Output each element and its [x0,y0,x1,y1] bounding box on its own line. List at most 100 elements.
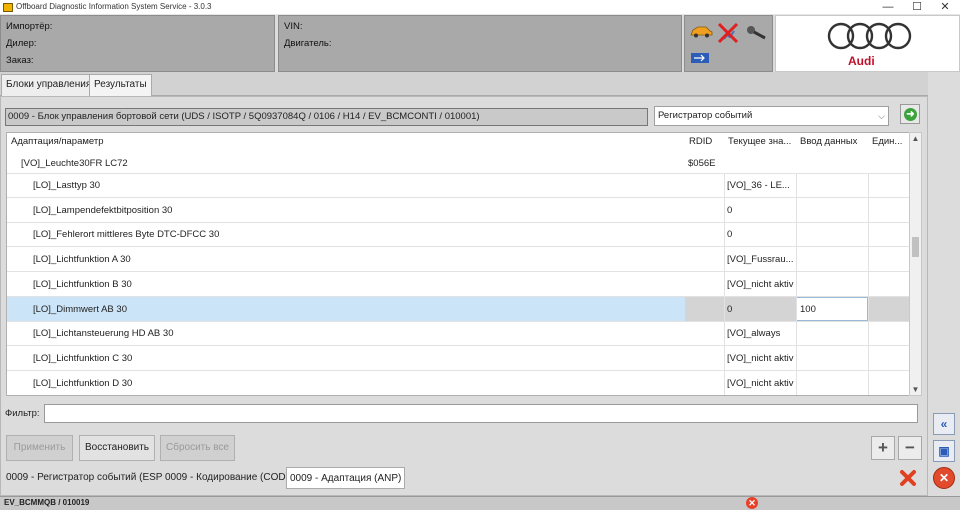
table-row[interactable]: [LO]_Lichtfunktion D 30 [VO]_nicht aktiv [7,371,909,395]
mode-select-value: Регистратор событий [658,110,753,121]
table-cell-rdid [685,346,724,370]
table-cell-param: [LO]_Fehlerort mittleres Byte DTC-DFCC 3… [33,229,220,240]
tab-results[interactable]: Результаты [89,74,152,96]
disconnected-icon [717,22,739,44]
column-divider [868,174,869,395]
table-cell-input[interactable] [796,272,868,296]
column-header-unit[interactable]: Един... [868,133,909,153]
filter-input[interactable] [44,404,918,423]
table-cell-input[interactable] [796,247,868,271]
minimize-button[interactable]: — [873,0,903,15]
vehicle-info-panel: VIN: Двигатель: [278,15,682,72]
apply-button[interactable]: Применить [6,435,73,461]
table-row[interactable]: [VO]_Leuchte30FR LC72 $056E [7,153,909,174]
table-cell-current: [VO]_nicht aktiv [727,352,794,364]
column-header-input[interactable]: Ввод данных [796,133,868,153]
table-cell-param: [LO]_Lichtfunktion D 30 [33,377,133,389]
table-cell-input[interactable] [796,223,868,246]
table-row[interactable]: [LO]_Lampendefektbitposition 30 0 [7,198,909,223]
table-cell-current: 0 [727,229,733,240]
filter-label: Фильтр: [5,408,40,419]
column-header-param[interactable]: Адаптация/параметр [7,133,685,153]
reset-all-button[interactable]: Сбросить все [160,435,235,461]
table-cell-current: [VO]_always [727,328,781,339]
remove-button[interactable]: − [898,436,922,460]
table-cell-unit [868,247,909,271]
table-cell-input[interactable] [796,174,868,197]
dealer-info-panel: Импортёр: Дилер: Заказ: [0,15,275,72]
column-header-current-value[interactable]: Текущее зна... [724,133,796,153]
table-row[interactable]: [LO]_Dimmwert AB 30 0 100 [7,297,909,322]
table-row[interactable]: [LO]_Lichtfunktion C 30 [VO]_nicht aktiv [7,346,909,371]
window-title: Offboard Diagnostic Information System S… [16,2,212,11]
bottom-tab-adaptation[interactable]: 0009 - Адаптация (ANP) [286,467,406,489]
table-cell-input[interactable] [796,322,868,345]
table-cell-current: [VO]_nicht aktiv [727,278,794,290]
table-cell-rdid [685,297,724,321]
scroll-down-icon[interactable]: ▼ [910,385,921,394]
table-cell-current: [VO]_nicht aktiv [727,377,794,389]
table-row[interactable]: [LO]_Lichtansteuerung HD AB 30 [VO]_alway… [7,322,909,346]
table-cell-unit [868,272,909,296]
column-header-rdid[interactable]: RDID [685,133,723,153]
close-window-button[interactable]: ✕ [930,0,960,15]
table-cell-rdid: $056E [688,157,716,169]
table-cell-input[interactable] [796,371,868,395]
table-cell-current: [VO]_Fussrau... [727,253,794,265]
brand-name: Audi [848,54,875,68]
table-cell-input[interactable]: 100 [796,297,868,321]
restore-button[interactable]: Восстановить [79,435,155,461]
table-cell-param: [LO]_Lampendefektbitposition 30 [33,204,173,216]
table-cell-rdid [685,322,724,345]
audi-rings-logo [827,22,912,50]
table-cell-input[interactable] [796,153,868,173]
table-row[interactable]: [LO]_Lichtfunktion B 30 [VO]_nicht aktiv [7,272,909,297]
table-cell-param: [LO]_Lasttyp 30 [33,180,101,191]
connection-icons-panel [684,15,773,72]
vin-label: VIN: [284,21,303,32]
add-button[interactable]: + [871,436,895,460]
table-cell-current [724,153,796,173]
column-divider [724,174,725,395]
table-cell-current: [VO]_36 - LE... [727,180,790,191]
scroll-thumb[interactable] [912,237,919,257]
table-cell-rdid [685,247,724,271]
chevron-down-icon: ⌵ [878,111,885,121]
table-cell-rdid [685,371,724,395]
mode-select[interactable]: Регистратор событий ⌵ [654,106,889,126]
exit-icon[interactable]: ✕ [933,467,955,489]
table-cell-current: 0 [724,297,796,321]
close-session-icon[interactable] [899,469,917,487]
table-cell-param: [LO]_Lichtfunktion A 30 [33,253,131,265]
table-cell-param: [LO]_Dimmwert AB 30 [7,297,685,321]
dealer-label: Дилер: [6,38,37,49]
status-bar: EV_BCMMQB / 010019 [0,496,960,510]
collapse-left-icon[interactable]: « [933,413,955,435]
table-cell-unit [868,297,909,321]
table-row[interactable]: [LO]_Fehlerort mittleres Byte DTC-DFCC 3… [7,223,909,247]
scroll-up-icon[interactable]: ▲ [910,134,921,143]
error-indicator-icon[interactable]: ✕ [746,497,758,509]
table-scrollbar[interactable]: ▲ ▼ [909,132,922,396]
app-icon [3,3,13,12]
go-button[interactable]: ➜ [900,104,920,124]
table-cell-current: 0 [727,204,733,216]
bottom-tab-coding[interactable]: 0009 - Кодирование (COD) [162,467,292,489]
table-cell-unit [868,174,909,197]
tab-control-units[interactable]: Блоки управления [1,74,97,96]
table-row[interactable]: [LO]_Lasttyp 30 [VO]_36 - LE... [7,174,909,198]
table-cell-input[interactable] [796,198,868,222]
engine-label: Двигатель: [284,38,332,49]
arrow-right-icon: ➜ [904,108,917,121]
maximize-button[interactable]: ☐ [902,0,932,15]
adaptation-table: Адаптация/параметр RDID Текущее зна... В… [6,132,910,396]
table-cell-rdid [685,198,724,222]
table-cell-rdid [685,223,724,246]
table-cell-unit [868,322,909,345]
table-row[interactable]: [LO]_Lichtfunktion A 30 [VO]_Fussrau... [7,247,909,272]
column-divider [796,174,797,395]
screenshot-icon[interactable]: ▣ [933,440,955,462]
table-cell-input[interactable] [796,346,868,370]
bottom-tab-event-log[interactable]: 0009 - Регистратор событий (ESP) [3,467,169,489]
table-cell-unit [868,153,909,173]
